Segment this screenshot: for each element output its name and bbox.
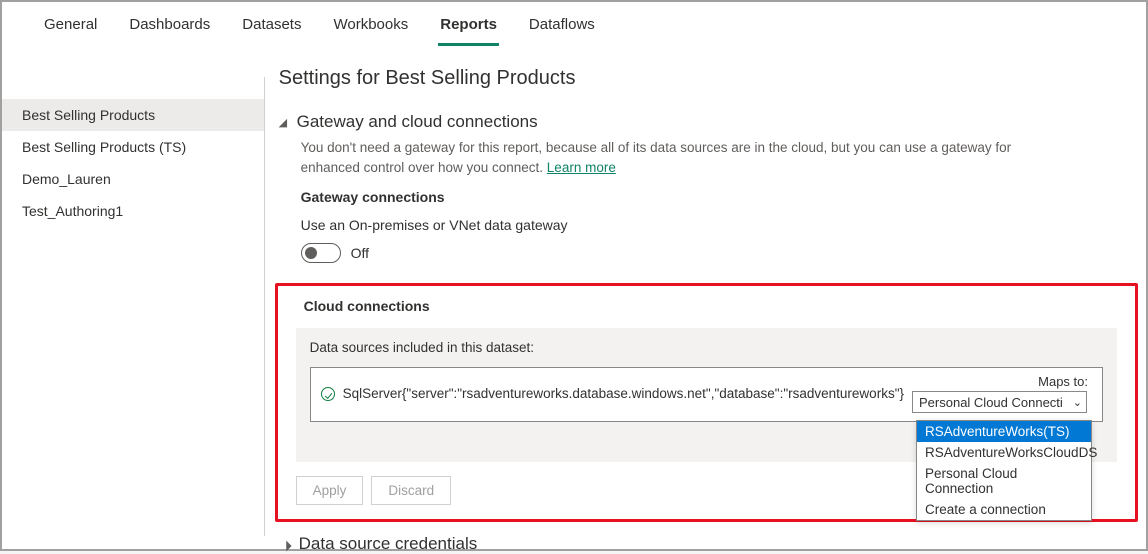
apply-button[interactable]: Apply xyxy=(296,476,364,505)
chevron-down-icon: ⌄ xyxy=(1073,396,1082,409)
top-tabs: General Dashboards Datasets Workbooks Re… xyxy=(2,2,1146,47)
sidebar-item-demo-lauren[interactable]: Demo_Lauren xyxy=(2,163,264,195)
dropdown-option-rsadventureworks-clouds[interactable]: RSAdventureWorksCloudDS xyxy=(917,442,1091,463)
main-panel: Settings for Best Selling Products ◢ Gat… xyxy=(265,47,1146,546)
onprem-label: Use an On-premises or VNet data gateway xyxy=(301,217,1134,233)
gateway-section-header[interactable]: ◢ Gateway and cloud connections xyxy=(279,112,1134,132)
sidebar-item-test-authoring1[interactable]: Test_Authoring1 xyxy=(2,195,264,227)
tab-general[interactable]: General xyxy=(42,12,99,46)
discard-button[interactable]: Discard xyxy=(371,476,451,505)
tab-dashboards[interactable]: Dashboards xyxy=(127,12,212,46)
maps-to-dropdown: RSAdventureWorks(TS) RSAdventureWorksClo… xyxy=(916,420,1092,521)
sidebar: Best Selling Products Best Selling Produ… xyxy=(2,47,264,546)
data-source-row: SqlServer{"server":"rsadventureworks.dat… xyxy=(310,367,1103,422)
gateway-toggle[interactable] xyxy=(301,243,341,263)
credentials-section-header[interactable]: ◢ Data source credentials xyxy=(281,534,1134,554)
tab-dataflows[interactable]: Dataflows xyxy=(527,12,597,46)
gateway-desc: You don't need a gateway for this report… xyxy=(301,138,1061,177)
gateway-section-title: Gateway and cloud connections xyxy=(297,112,538,132)
sidebar-item-best-selling-products-ts[interactable]: Best Selling Products (TS) xyxy=(2,131,264,163)
chevron-down-icon: ◢ xyxy=(279,116,291,129)
tab-datasets[interactable]: Datasets xyxy=(240,12,303,46)
sidebar-item-best-selling-products[interactable]: Best Selling Products xyxy=(2,99,264,131)
toggle-knob xyxy=(305,247,317,259)
dropdown-option-create-connection[interactable]: Create a connection xyxy=(917,499,1091,520)
annotation-highlight: Cloud connections Data sources included … xyxy=(275,283,1138,522)
toggle-state-label: Off xyxy=(351,245,369,261)
panel-label: Data sources included in this dataset: xyxy=(310,340,1103,355)
data-sources-panel: Data sources included in this dataset: S… xyxy=(296,328,1117,462)
tab-workbooks[interactable]: Workbooks xyxy=(331,12,410,46)
gateway-toggle-row: Off xyxy=(301,243,1134,263)
dropdown-option-rsadventureworks-ts[interactable]: RSAdventureWorks(TS) xyxy=(917,421,1091,442)
app-frame: General Dashboards Datasets Workbooks Re… xyxy=(0,0,1148,551)
credentials-title: Data source credentials xyxy=(299,534,478,554)
maps-to-group: Maps to: Personal Cloud Connecti ⌄ xyxy=(912,374,1092,413)
cloud-connections-heading: Cloud connections xyxy=(304,298,1123,314)
success-check-icon xyxy=(321,387,335,401)
data-source-text: SqlServer{"server":"rsadventureworks.dat… xyxy=(343,385,904,403)
chevron-right-icon: ◢ xyxy=(279,536,295,552)
page-title: Settings for Best Selling Products xyxy=(279,67,1134,90)
select-value: Personal Cloud Connecti xyxy=(919,395,1063,410)
tab-reports[interactable]: Reports xyxy=(438,12,499,46)
maps-to-select[interactable]: Personal Cloud Connecti ⌄ xyxy=(912,391,1087,413)
content-area: Best Selling Products Best Selling Produ… xyxy=(2,47,1146,546)
learn-more-link[interactable]: Learn more xyxy=(547,160,616,175)
gateway-connections-heading: Gateway connections xyxy=(301,189,1134,205)
maps-to-label: Maps to: xyxy=(1038,374,1092,389)
gateway-desc-text: You don't need a gateway for this report… xyxy=(301,140,1012,175)
dropdown-option-personal-cloud-connection[interactable]: Personal Cloud Connection xyxy=(917,463,1091,499)
